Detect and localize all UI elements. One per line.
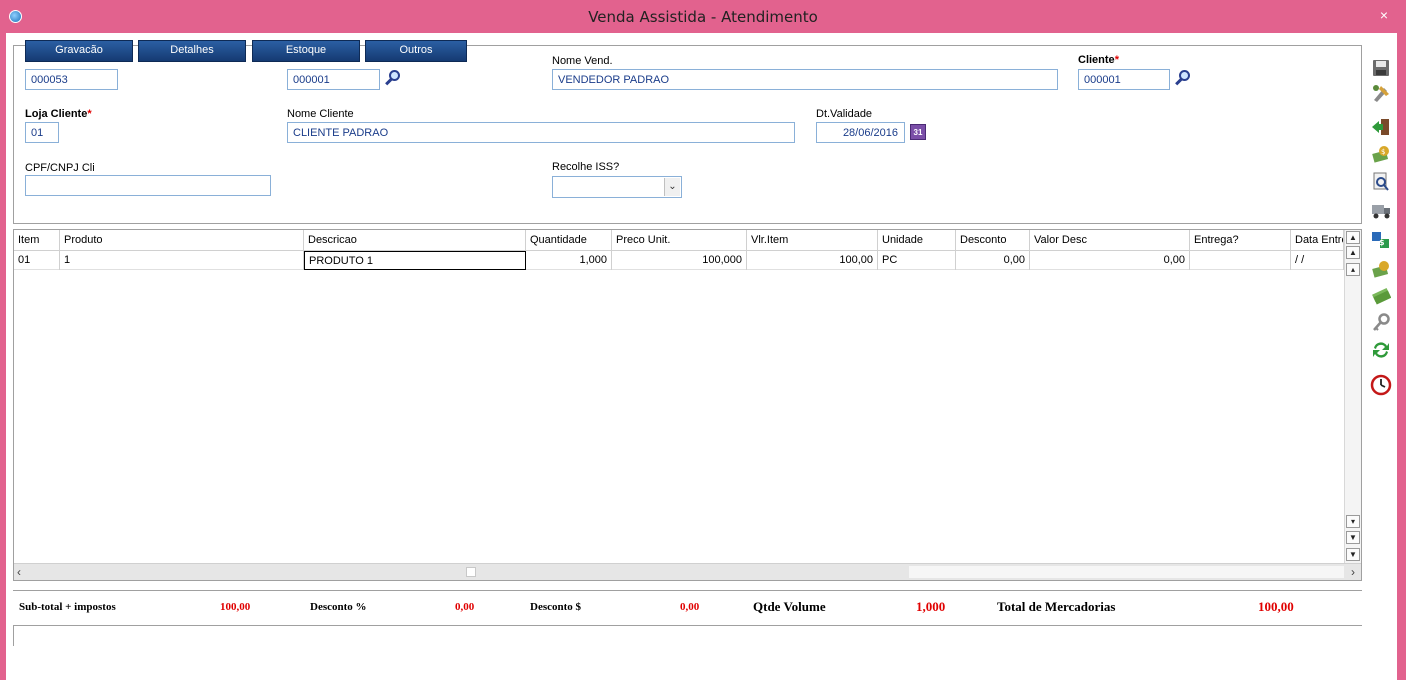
nome-cliente-label: Nome Cliente (287, 108, 354, 120)
nome-vend-field[interactable]: VENDEDOR PADRAO (552, 69, 1058, 90)
scroll-left-icon[interactable]: ‹ (17, 565, 21, 579)
edit-tools-icon[interactable] (1370, 82, 1392, 104)
grid-header: Item Produto Descricao Quantidade Preco … (14, 230, 1344, 251)
cliente-label: Cliente* (1078, 54, 1119, 66)
col-entrega[interactable]: Entrega? (1190, 230, 1291, 251)
payment-icon[interactable]: $ (1370, 143, 1392, 165)
svg-text:$: $ (1381, 148, 1385, 156)
tab-gravacao[interactable]: Gravacão (25, 40, 133, 62)
col-desconto[interactable]: Desconto (956, 230, 1030, 251)
subtotal-label: Sub-total + impostos (19, 601, 116, 613)
scroll-right-icon[interactable]: › (1351, 565, 1355, 579)
col-produto[interactable]: Produto (60, 230, 304, 251)
orcamento-field[interactable]: 000053 (25, 69, 118, 90)
scroll-track[interactable] (909, 566, 1344, 578)
col-valor-desc[interactable]: Valor Desc (1030, 230, 1190, 251)
desconto-val-value: 0,00 (680, 601, 700, 613)
money-icon[interactable] (1370, 258, 1392, 280)
iss-select[interactable]: ⌄ (552, 176, 682, 198)
cell-valor-desc[interactable]: 0,00 (1030, 251, 1190, 270)
col-item[interactable]: Item (14, 230, 60, 251)
refresh-icon[interactable] (1370, 339, 1392, 361)
window-frame-right (1397, 33, 1406, 680)
qtde-volume-value: 1,000 (916, 599, 946, 614)
search-document-icon[interactable] (1370, 171, 1392, 193)
desconto-pct-value: 0,00 (455, 601, 475, 613)
cell-quantidade[interactable]: 1,000 (526, 251, 612, 270)
totals-bar: Sub-total + impostos 100,00 Desconto % 0… (13, 590, 1362, 626)
iss-label: Recolhe ISS? (552, 161, 620, 173)
validade-field[interactable]: 28/06/2016 (816, 122, 905, 143)
delivery-truck-icon[interactable] (1370, 199, 1392, 221)
window-frame-left (0, 33, 6, 680)
svg-text:$: $ (1379, 238, 1385, 247)
qtde-volume-label: Qtde Volume (753, 599, 826, 614)
cell-item[interactable]: 01 (14, 251, 60, 270)
col-descricao[interactable]: Descricao (304, 230, 526, 251)
search-vendedor-icon[interactable] (384, 69, 402, 89)
cell-vlr-item[interactable]: 100,00 (747, 251, 878, 270)
calendar-icon[interactable]: 31 (910, 124, 926, 140)
cell-entrega[interactable] (1190, 251, 1291, 270)
cell-produto[interactable]: 1 (60, 251, 304, 270)
clock-icon[interactable] (1370, 374, 1392, 396)
status-area (13, 626, 1362, 646)
scroll-first-icon[interactable]: ▲ (1346, 231, 1360, 244)
cell-preco-unit[interactable]: 100,000 (612, 251, 747, 270)
tab-estoque[interactable]: Estoque (252, 40, 360, 62)
vertical-scrollbar[interactable]: ▲ ▲ ▴ ▾ ▼ ▼ (1344, 230, 1361, 565)
cash-icon[interactable] (1370, 284, 1392, 306)
cell-descricao[interactable]: PRODUTO 1 (304, 251, 526, 270)
scroll-thumb[interactable] (466, 567, 476, 577)
col-unidade[interactable]: Unidade (878, 230, 956, 251)
total-mercadorias-label: Total de Mercadorias (997, 599, 1116, 614)
horizontal-scrollbar[interactable]: ‹ › (14, 563, 1361, 580)
nome-cliente-field[interactable]: CLIENTE PADRAO (287, 122, 795, 143)
key-icon[interactable] (1370, 312, 1392, 334)
validade-label: Dt.Validade (816, 108, 873, 120)
col-preco-unit[interactable]: Preco Unit. (612, 230, 747, 251)
cell-data-entrega[interactable]: / / (1291, 251, 1344, 270)
exit-icon[interactable] (1370, 116, 1392, 138)
scroll-down-icon[interactable]: ▾ (1346, 515, 1360, 528)
subtotal-value: 100,00 (220, 601, 251, 613)
cpf-field[interactable] (25, 175, 271, 196)
window-titlebar: Venda Assistida - Atendimento × (0, 0, 1406, 33)
col-quantidade[interactable]: Quantidade (526, 230, 612, 251)
cpf-label: CPF/CNPJ Cli (25, 162, 95, 174)
close-button[interactable]: × (1370, 4, 1398, 26)
total-mercadorias-value: 100,00 (1258, 599, 1294, 614)
col-data-entrega[interactable]: Data Entre (1291, 230, 1344, 251)
col-vlr-item[interactable]: Vlr.Item (747, 230, 878, 251)
cell-desconto[interactable]: 0,00 (956, 251, 1030, 270)
desconto-pct-label: Desconto % (310, 601, 367, 613)
scroll-page-up-icon[interactable]: ▲ (1346, 246, 1360, 259)
loja-cliente-label: Loja Cliente* (25, 108, 92, 120)
save-icon[interactable] (1370, 57, 1392, 79)
table-row[interactable]: 01 1 PRODUTO 1 1,000 100,000 100,00 PC 0… (14, 251, 1344, 270)
loja-cliente-field[interactable]: 01 (25, 122, 59, 143)
scroll-last-icon[interactable]: ▼ (1346, 548, 1360, 561)
tab-outros[interactable]: Outros (365, 40, 467, 62)
desconto-val-label: Desconto $ (530, 601, 582, 613)
cliente-field[interactable]: 000001 (1078, 69, 1170, 90)
search-cliente-icon[interactable] (1174, 69, 1192, 89)
items-grid: Item Produto Descricao Quantidade Preco … (13, 229, 1362, 581)
vendedor-field[interactable]: 000001 (287, 69, 380, 90)
chevron-down-icon[interactable]: ⌄ (664, 178, 680, 196)
cell-unidade[interactable]: PC (878, 251, 956, 270)
tab-detalhes[interactable]: Detalhes (138, 40, 246, 62)
exchange-icon[interactable]: $ (1370, 229, 1392, 251)
scroll-page-down-icon[interactable]: ▼ (1346, 531, 1360, 544)
window-title: Venda Assistida - Atendimento (588, 8, 818, 26)
scroll-up-icon[interactable]: ▴ (1346, 263, 1360, 276)
nome-vend-label: Nome Vend. (552, 55, 613, 67)
